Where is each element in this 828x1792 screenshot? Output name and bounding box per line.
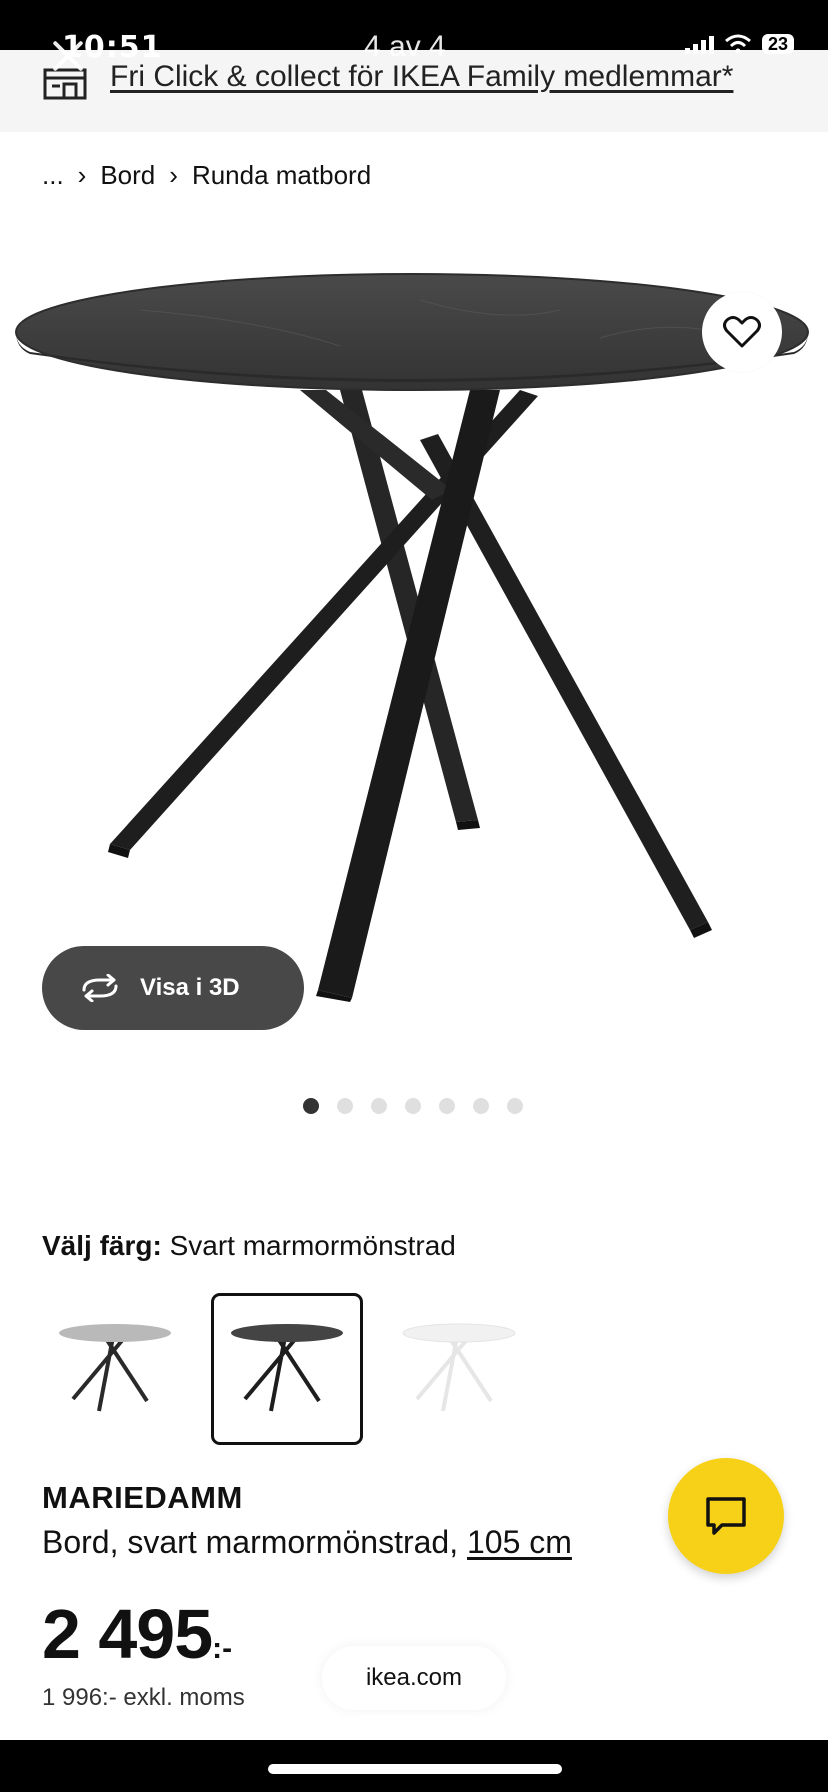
favorite-button[interactable]: [702, 292, 782, 372]
table-thumbnail: [231, 1324, 343, 1412]
swatch-light-grey-marble[interactable]: [42, 1296, 188, 1442]
rotate-3d-icon: [82, 974, 118, 1002]
color-swatches: [42, 1293, 532, 1445]
browser-url-bar[interactable]: ikea.com: [322, 1646, 506, 1710]
pagination-dot[interactable]: [507, 1098, 523, 1114]
close-icon[interactable]: [48, 36, 88, 76]
screen: Fri Click & collect för IKEA Family medl…: [0, 0, 828, 1740]
pagination-dot[interactable]: [405, 1098, 421, 1114]
breadcrumb-item-runda-matbord[interactable]: Runda matbord: [192, 160, 371, 191]
product-name: MARIEDAMM: [42, 1480, 243, 1515]
pagination-dot[interactable]: [303, 1098, 319, 1114]
color-selection-label: Välj färg: Svart marmormönstrad: [42, 1230, 456, 1262]
color-label-title: Välj färg:: [42, 1230, 162, 1261]
pagination-dot[interactable]: [439, 1098, 455, 1114]
breadcrumb-item-bord[interactable]: Bord: [100, 160, 155, 191]
swatch-white-marble[interactable]: [386, 1296, 532, 1442]
chevron-right-icon: ›: [77, 160, 87, 190]
battery-icon: 23: [761, 34, 794, 54]
status-icons: 23: [684, 34, 794, 54]
price-suffix: :-: [212, 1632, 233, 1665]
story-counter: 4 av 4: [364, 30, 446, 63]
promo-link[interactable]: Fri Click & collect för IKEA Family medl…: [110, 60, 733, 94]
price-value: 2 495: [42, 1595, 213, 1673]
home-indicator[interactable]: [268, 1764, 562, 1774]
swatch-black-marble[interactable]: [211, 1293, 363, 1445]
pagination-dot[interactable]: [473, 1098, 489, 1114]
chat-icon: [706, 1497, 746, 1535]
view-in-3d-label: Visa i 3D: [140, 974, 240, 1001]
product-image[interactable]: [0, 250, 828, 1030]
view-in-3d-button[interactable]: Visa i 3D: [42, 946, 304, 1030]
image-pagination: [303, 1098, 523, 1114]
table-thumbnail: [59, 1324, 171, 1412]
chevron-right-icon: ›: [169, 160, 178, 190]
color-label-value: Svart marmormönstrad: [169, 1230, 456, 1261]
product-price: 2 495:-: [42, 1594, 232, 1674]
price-excl-vat: 1 996:- exkl. moms: [42, 1684, 245, 1711]
wifi-icon: [725, 34, 751, 54]
product-description: Bord, svart marmormönstrad, 105 cm: [42, 1524, 572, 1561]
cellular-signal-icon: [684, 36, 714, 54]
breadcrumb: ... › Bord › Runda matbord: [42, 160, 371, 191]
product-description-text: Bord, svart marmormönstrad,: [42, 1524, 459, 1560]
product-size-link[interactable]: 105 cm: [467, 1524, 572, 1560]
pagination-dot[interactable]: [371, 1098, 387, 1114]
chat-button[interactable]: [668, 1458, 784, 1574]
pagination-dot[interactable]: [337, 1098, 353, 1114]
breadcrumb-ellipsis[interactable]: ...: [42, 160, 64, 191]
table-thumbnail: [402, 1323, 516, 1412]
heart-icon: [723, 316, 761, 348]
